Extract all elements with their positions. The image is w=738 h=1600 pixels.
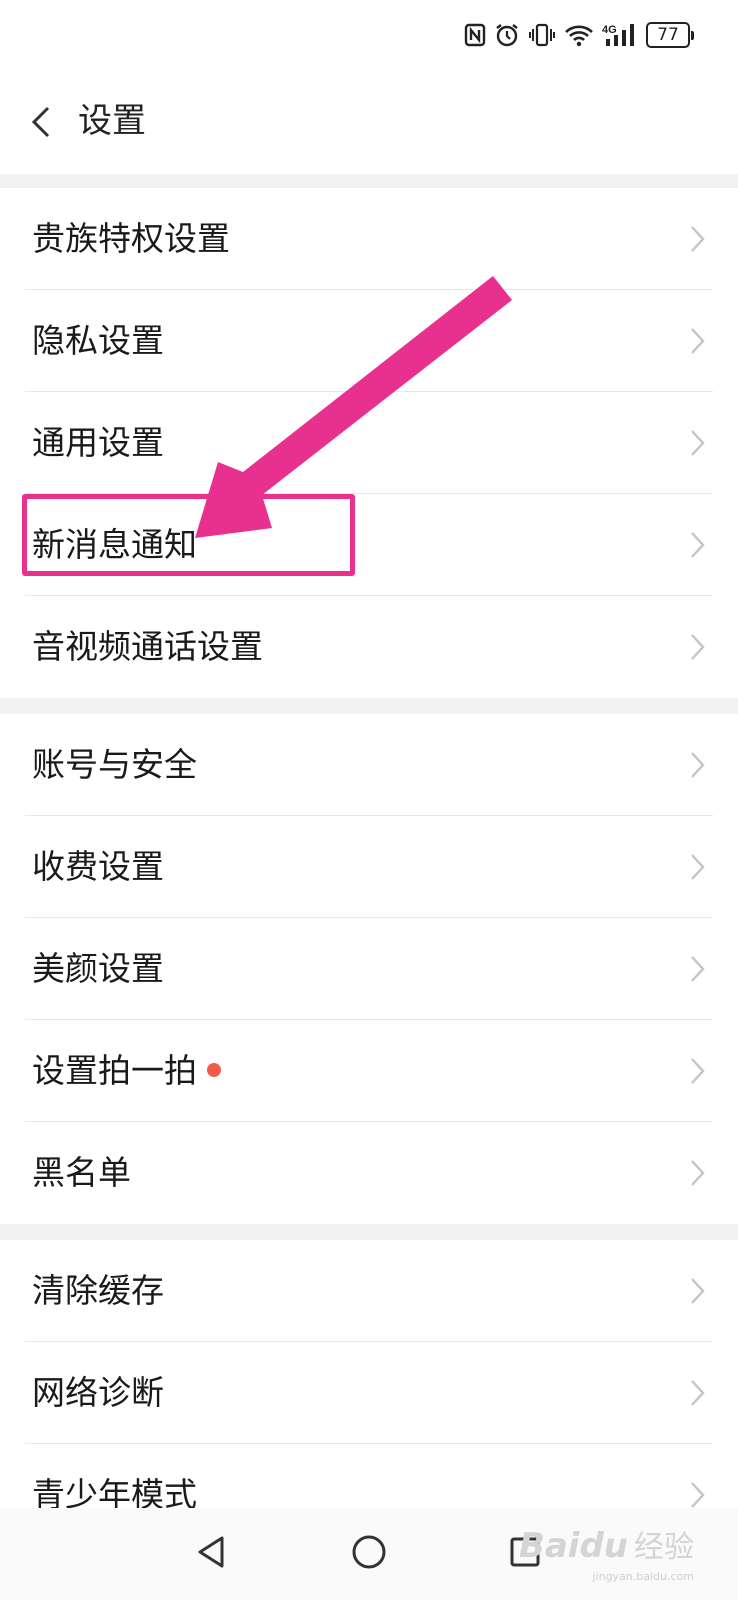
- section-gap: [0, 698, 738, 714]
- settings-item-label: 收费设置: [32, 847, 164, 886]
- alarm-icon: [496, 24, 518, 47]
- watermark-brand: Baidu: [518, 1526, 628, 1566]
- settings-item-label-with-badge: 设置拍一拍: [32, 1048, 221, 1094]
- chevron-right-icon: [691, 430, 705, 456]
- home-circle-icon: [352, 1535, 386, 1569]
- settings-item-label: 隐私设置: [32, 321, 164, 360]
- chevron-right-icon: [691, 1160, 705, 1186]
- network-label: 4G: [602, 24, 617, 36]
- watermark-product: 经验: [634, 1530, 694, 1565]
- page-header: 设置: [0, 70, 738, 174]
- settings-item-blacklist[interactable]: 黑名单: [0, 1122, 738, 1224]
- settings-item-label: 音视频通话设置: [32, 627, 263, 666]
- signal-4g-icon: 4G: [602, 24, 634, 46]
- chevron-right-icon: [691, 752, 705, 778]
- status-bar: 4G 77: [0, 0, 738, 70]
- settings-item-beauty[interactable]: 美颜设置: [0, 918, 738, 1020]
- baidu-jingyan-watermark: Baidu 经验 jingyan.baidu.com: [518, 1522, 694, 1583]
- vibrate-icon: [529, 23, 555, 47]
- chevron-right-icon: [691, 634, 705, 660]
- battery-level: 77: [646, 22, 690, 48]
- settings-section-1: 贵族特权设置 隐私设置 通用设置 新消息通知 音视频通话设置: [0, 188, 738, 698]
- settings-item-clear-cache[interactable]: 清除缓存: [0, 1240, 738, 1342]
- settings-item-general[interactable]: 通用设置: [0, 392, 738, 494]
- settings-item-label: 清除缓存: [32, 1271, 164, 1310]
- settings-item-label: 网络诊断: [32, 1373, 164, 1412]
- settings-item-label: 美颜设置: [32, 949, 164, 988]
- settings-item-new-message-notification[interactable]: 新消息通知: [0, 494, 738, 596]
- watermark-url: jingyan.baidu.com: [592, 1570, 694, 1583]
- battery-tip: [691, 30, 694, 40]
- section-gap: [0, 1224, 738, 1240]
- battery-icon: 77: [646, 22, 694, 48]
- settings-item-privacy[interactable]: 隐私设置: [0, 290, 738, 392]
- chevron-right-icon: [691, 956, 705, 982]
- settings-item-label: 通用设置: [32, 423, 164, 462]
- chevron-right-icon: [691, 1482, 705, 1508]
- wifi-icon: [565, 25, 593, 47]
- page-title: 设置: [78, 101, 146, 141]
- nfc-icon: [464, 23, 486, 47]
- settings-item-label: 设置拍一拍: [32, 1051, 197, 1090]
- settings-item-av-call[interactable]: 音视频通话设置: [0, 596, 738, 698]
- settings-item-pat-pat[interactable]: 设置拍一拍: [0, 1020, 738, 1122]
- settings-item-label: 贵族特权设置: [32, 219, 230, 258]
- system-nav-bar: Baidu 经验 jingyan.baidu.com: [0, 1508, 738, 1600]
- settings-section-3: 清除缓存 网络诊断 青少年模式: [0, 1240, 738, 1546]
- back-button[interactable]: [22, 102, 62, 142]
- back-triangle-icon: [198, 1536, 224, 1568]
- settings-item-label: 新消息通知: [32, 525, 197, 564]
- section-gap: [0, 174, 738, 188]
- nav-home-button[interactable]: [347, 1530, 391, 1574]
- chevron-left-icon: [31, 106, 50, 138]
- settings-item-label: 账号与安全: [32, 745, 197, 784]
- chevron-right-icon: [691, 854, 705, 880]
- settings-item-account-security[interactable]: 账号与安全: [0, 714, 738, 816]
- nav-back-button[interactable]: [190, 1530, 234, 1574]
- chevron-right-icon: [691, 532, 705, 558]
- settings-item-charges[interactable]: 收费设置: [0, 816, 738, 918]
- chevron-right-icon: [691, 226, 705, 252]
- chevron-right-icon: [691, 1278, 705, 1304]
- settings-item-label: 黑名单: [32, 1153, 131, 1192]
- chevron-right-icon: [691, 1058, 705, 1084]
- settings-item-network-diagnosis[interactable]: 网络诊断: [0, 1342, 738, 1444]
- settings-section-2: 账号与安全 收费设置 美颜设置 设置拍一拍 黑名单: [0, 714, 738, 1224]
- settings-item-noble-privileges[interactable]: 贵族特权设置: [0, 188, 738, 290]
- red-dot-badge: [207, 1062, 221, 1077]
- status-icons: 4G 77: [464, 20, 694, 50]
- chevron-right-icon: [691, 328, 705, 354]
- chevron-right-icon: [691, 1380, 705, 1406]
